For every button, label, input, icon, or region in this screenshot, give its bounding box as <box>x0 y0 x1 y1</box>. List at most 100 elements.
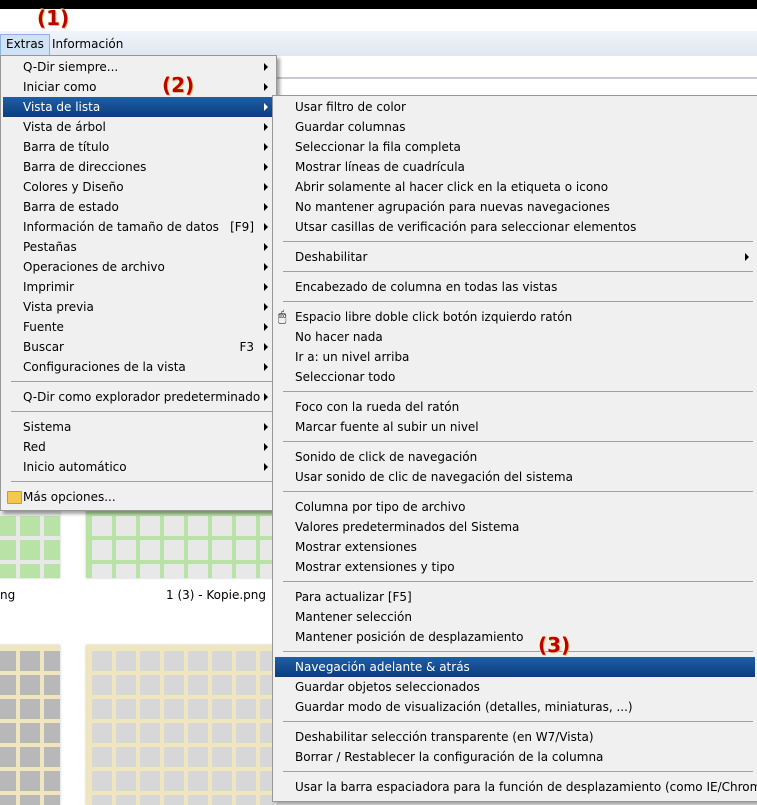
menu-informacion[interactable]: Información <box>47 34 128 54</box>
menu-item-iniciar-como[interactable]: Iniciar como <box>3 77 274 97</box>
menu-item-q-dir-como-explorador-predeterminado[interactable]: Q-Dir como explorador predeterminado <box>3 387 274 407</box>
menu-item-label: Q-Dir siempre... <box>23 60 119 74</box>
thumbnail-cell <box>116 675 136 695</box>
thumbnail-cell <box>116 699 136 719</box>
menu-item-mantener-posicion-de-desplazamiento[interactable]: Mantener posición de desplazamiento <box>275 627 755 647</box>
thumbnail-cell <box>20 651 40 671</box>
menu-item-foco-con-la-rueda-del-raton[interactable]: Foco con la rueda del ratón <box>275 397 755 417</box>
menu-item-deshabilitar[interactable]: Deshabilitar <box>275 247 755 267</box>
menu-item-barra-de-estado[interactable]: Barra de estado <box>3 197 274 217</box>
menu-extras[interactable]: Extras <box>0 34 50 56</box>
menu-item-vista-de-arbol[interactable]: Vista de árbol <box>3 117 274 137</box>
thumbnail-cell <box>92 564 112 578</box>
menu-item-buscar[interactable]: Buscar F3 <box>3 337 274 357</box>
menu-item-fuente[interactable]: Fuente <box>3 317 274 337</box>
thumbnail-cell <box>20 699 40 719</box>
menu-item-q-dir-siempre[interactable]: Q-Dir siempre... <box>3 57 274 77</box>
menu-item-imprimir[interactable]: Imprimir <box>3 277 274 297</box>
menu-item-mostrar-extensiones-y-tipo[interactable]: Mostrar extensiones y tipo <box>275 557 755 577</box>
thumbnail-image <box>86 645 274 805</box>
menu-item-configuraciones-de-la-vista[interactable]: Configuraciones de la vista <box>3 357 274 377</box>
menu-item-label: Sonido de click de navegación <box>295 450 478 464</box>
thumbnail-cell <box>164 747 184 767</box>
menu-item-ir-a-un-nivel-arriba[interactable]: Ir a: un nivel arriba <box>275 347 755 367</box>
menu-item-vista-de-lista[interactable]: Vista de lista <box>3 97 274 117</box>
submenu-arrow-icon <box>264 363 268 371</box>
menu-item-informacion-de-tamano-de-datos[interactable]: Información de tamaño de datos [F9] <box>3 217 274 237</box>
thumbnail-cell <box>236 723 256 743</box>
submenu-arrow-icon <box>264 123 268 131</box>
file-thumbnail[interactable] <box>0 510 60 578</box>
menu-item-label: Mostrar extensiones y tipo <box>295 560 455 574</box>
menu-item-vista-previa[interactable]: Vista previa <box>3 297 274 317</box>
submenu-arrow-icon <box>264 243 268 251</box>
menu-item-seleccionar-la-fila-completa[interactable]: Seleccionar la fila completa <box>275 137 755 157</box>
thumbnail-cell <box>140 747 160 767</box>
menu-item-espacio-libre-doble-click-boton-izquierdo-raton[interactable]: 🖱 Espacio libre doble click botón izquier… <box>275 307 755 327</box>
menu-item-sistema[interactable]: Sistema <box>3 417 274 437</box>
menu-item-usar-filtro-de-color[interactable]: Usar filtro de color <box>275 97 755 117</box>
menu-item-abrir-solamente-al-hacer-click-en-la-etiqueta-o-icono[interactable]: Abrir solamente al hacer click en la eti… <box>275 177 755 197</box>
menu-item-usar-la-barra-espaciadora-para-la-funcion-de-desplazamiento-como-ie-chrome[interactable]: Usar la barra espaciadora para la funció… <box>275 777 757 797</box>
thumbnail-cell <box>140 699 160 719</box>
menu-item-marcar-fuente-al-subir-un-nivel[interactable]: Marcar fuente al subir un nivel <box>275 417 755 437</box>
thumbnail-cell <box>92 651 112 671</box>
extras-menu: Q-Dir siempre... Iniciar como Vista de lis… <box>0 55 277 511</box>
file-thumbnail[interactable] <box>86 645 274 805</box>
menu-item-guardar-columnas[interactable]: Guardar columnas <box>275 117 755 137</box>
menu-item-label: Red <box>23 440 46 454</box>
menu-bar: Extras Información <box>0 31 757 57</box>
thumbnail-cell <box>116 723 136 743</box>
menu-item-columna-por-tipo-de-archivo[interactable]: Columna por tipo de archivo <box>275 497 755 517</box>
submenu-arrow-icon <box>264 443 268 451</box>
menu-item-label: Seleccionar todo <box>295 370 396 384</box>
menu-item-mostrar-lineas-de-cuadricula[interactable]: Mostrar líneas de cuadrícula <box>275 157 755 177</box>
menu-item-utsar-casillas-de-verificacion-para-seleccionar-elementos[interactable]: Utsar casillas de verificación para sele… <box>275 217 755 237</box>
menu-item-mostrar-extensiones[interactable]: Mostrar extensiones <box>275 537 755 557</box>
menu-item-pestanas[interactable]: Pestañas <box>3 237 274 257</box>
menu-item-label: Barra de direcciones <box>23 160 147 174</box>
thumbnail-cell <box>20 540 40 560</box>
thumbnail-cell <box>44 795 60 805</box>
menu-separator <box>283 271 753 272</box>
menu-item-label: Información de tamaño de datos <box>23 220 219 234</box>
menu-item-seleccionar-todo[interactable]: Seleccionar todo <box>275 367 755 387</box>
window-top-edge <box>0 0 757 9</box>
menu-item-sonido-de-click-de-navegacion[interactable]: Sonido de click de navegación <box>275 447 755 467</box>
menu-item-mas-opciones[interactable]: Más opciones... <box>3 487 274 507</box>
menu-separator <box>283 391 753 392</box>
menu-item-red[interactable]: Red <box>3 437 274 457</box>
menu-item-barra-de-direcciones[interactable]: Barra de direcciones <box>3 157 274 177</box>
menu-separator <box>283 581 753 582</box>
menu-item-encabezado-de-columna-en-todas-las-vistas[interactable]: Encabezado de columna en todas las vista… <box>275 277 755 297</box>
menu-item-mantener-seleccion[interactable]: Mantener selección <box>275 607 755 627</box>
file-thumbnail[interactable] <box>86 510 274 578</box>
menu-item-para-actualizar-f5[interactable]: Para actualizar [F5] <box>275 587 755 607</box>
menu-item-label: Guardar modo de visualización (detalles,… <box>295 700 633 714</box>
menu-item-navegacion-adelante-atras[interactable]: Navegación adelante & atrás <box>275 657 755 677</box>
menu-item-deshabilitar-seleccion-transparente-en-w7-vista[interactable]: Deshabilitar selección transparente (en … <box>275 727 755 747</box>
thumbnail-cell <box>188 651 208 671</box>
address-bar-edge <box>270 77 757 79</box>
menu-item-no-hacer-nada[interactable]: No hacer nada <box>275 327 755 347</box>
menu-item-colores-y-diseno[interactable]: Colores y Diseño <box>3 177 274 197</box>
menu-item-barra-de-titulo[interactable]: Barra de título <box>3 137 274 157</box>
menu-item-label: Buscar <box>23 340 64 354</box>
menu-item-inicio-automatico[interactable]: Inicio automático <box>3 457 274 477</box>
menu-item-label: Ir a: un nivel arriba <box>295 350 410 364</box>
menu-item-guardar-objetos-seleccionados[interactable]: Guardar objetos seleccionados <box>275 677 755 697</box>
menu-item-no-mantener-agrupacion-para-nuevas-navegaciones[interactable]: No mantener agrupación para nuevas naveg… <box>275 197 755 217</box>
file-thumbnail[interactable] <box>0 645 60 805</box>
file-name[interactable]: ng <box>0 588 15 602</box>
thumbnail-cell <box>20 516 40 536</box>
menu-item-valores-predeterminados-del-sistema[interactable]: Valores predeterminados del Sistema <box>275 517 755 537</box>
menu-item-usar-sonido-de-clic-de-navegacion-del-sistema[interactable]: Usar sonido de clic de navegación del si… <box>275 467 755 487</box>
menu-item-label: Inicio automático <box>23 460 127 474</box>
thumbnail-cell <box>92 795 112 805</box>
menu-item-borrar-restablecer-la-configuracion-de-la-columna[interactable]: Borrar / Restablecer la configuración de… <box>275 747 755 767</box>
file-name[interactable]: 1 (3) - Kopie.png <box>166 588 266 602</box>
menu-item-operaciones-de-archivo[interactable]: Operaciones de archivo <box>3 257 274 277</box>
thumbnail-cell <box>92 516 112 536</box>
menu-item-guardar-modo-de-visualizacion-detalles-miniaturas[interactable]: Guardar modo de visualización (detalles,… <box>275 697 755 717</box>
menu-separator <box>283 491 753 492</box>
